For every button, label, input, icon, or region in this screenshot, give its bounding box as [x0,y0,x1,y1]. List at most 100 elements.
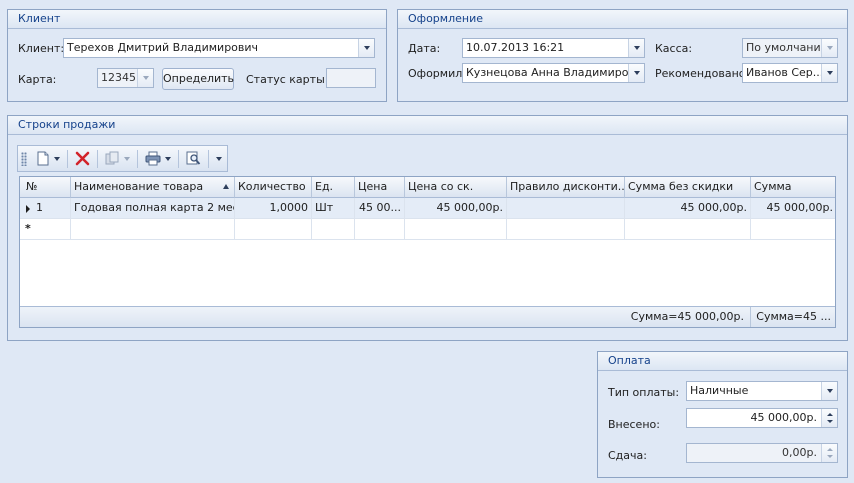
spin-up-icon[interactable] [826,413,833,416]
new-row-cell[interactable] [751,219,835,240]
row-unit-cell[interactable]: Шт [312,198,355,219]
chevron-down-icon[interactable] [358,39,374,57]
column-header-name[interactable]: Наименование товара [71,177,235,198]
date-picker[interactable]: 10.07.2013 16:21 [462,38,645,58]
new-row-cell[interactable] [625,219,751,240]
toolbar-separator [208,149,209,168]
column-header-rule[interactable]: Правило дисконти... [507,177,625,198]
new-row-cell[interactable] [405,219,507,240]
toolbar-separator [137,149,138,168]
issued-by-combo[interactable]: Кузнецова Анна Владимировна [462,63,645,83]
new-row-cell[interactable] [312,219,355,240]
change-spin-edit: 0,00р. [686,443,838,463]
new-button[interactable] [33,148,63,170]
card-combo[interactable]: 12345 [97,68,154,88]
card-status-label: Статус карты: [246,73,329,86]
spin-up-icon [826,448,833,451]
row-price-cell[interactable]: 45 00... [355,198,405,219]
payment-type-label: Тип оплаты: [608,386,680,399]
preview-button[interactable] [183,148,204,170]
spin-down-icon [826,455,833,458]
card-label: Карта: [18,73,57,86]
print-icon [145,151,161,166]
spin-down-icon[interactable] [826,420,833,423]
date-value: 10.07.2013 16:21 [466,41,565,54]
new-doc-icon [37,151,49,166]
chevron-down-icon[interactable] [165,156,171,161]
new-row-cell[interactable] [507,219,625,240]
cashbox-combo[interactable]: По умолчанию [742,38,838,58]
client-label: Клиент: [18,42,65,55]
spin-buttons [821,444,837,462]
recommended-value: Иванов Сер... [746,66,824,79]
row-qty-cell[interactable]: 1,0000 [235,198,312,219]
change-label: Сдача: [608,449,647,462]
paid-label: Внесено: [608,418,660,431]
row-no: 1 [36,201,43,214]
delete-icon [75,151,90,166]
determine-button[interactable]: Определить [162,68,234,90]
column-header-unit[interactable]: Ед. [312,177,355,198]
toolbar-grip[interactable] [21,151,27,166]
cashbox-value: По умолчанию [746,41,830,54]
chevron-down-icon[interactable] [628,39,644,57]
column-header-name-label: Наименование товара [74,180,204,193]
card-value: 12345 [101,71,136,84]
client-group-title: Клиент [8,10,386,29]
new-row-cell[interactable] [235,219,312,240]
recommended-combo[interactable]: Иванов Сер... [742,63,838,83]
row-price-disc-cell[interactable]: 45 000,00р. [405,198,507,219]
row-name-cell[interactable]: Годовая полная карта 2 мес... [71,198,235,219]
new-row-cell[interactable] [71,219,235,240]
column-header-no[interactable]: № [20,177,71,198]
grid-footer: Сумма=45 000,00р. Сумма=45 ... [20,306,835,327]
toolbar-options-button[interactable] [213,148,225,170]
toolbar-separator [178,149,179,168]
copy-button[interactable] [102,148,133,170]
chevron-down-icon [124,156,130,161]
recommended-label: Рекомендовано: [655,67,750,80]
sort-ascending-icon [223,184,229,189]
cashbox-label: Касса: [655,42,693,55]
column-header-sum[interactable]: Сумма [751,177,835,198]
toolbar-separator [67,149,68,168]
chevron-down-icon[interactable] [216,156,222,161]
column-header-qty[interactable]: Количество [235,177,312,198]
issued-by-label: Оформил: [408,67,466,80]
paid-spin-edit[interactable]: 45 000,00р. [686,408,838,428]
toolbar-separator [97,149,98,168]
change-value: 0,00р. [782,446,817,459]
client-value: Терехов Дмитрий Владимирович [67,41,259,54]
client-combo[interactable]: Терехов Дмитрий Владимирович [63,38,375,58]
delete-button[interactable] [72,148,93,170]
chevron-down-icon [137,69,153,87]
sales-lines-grid[interactable]: № Наименование товара Количество Ед. Цен… [19,176,836,328]
sales-lines-group-title: Строки продажи [8,116,847,135]
payment-type-combo[interactable]: Наличные [686,381,838,401]
spin-buttons[interactable] [821,409,837,427]
card-status-field [326,68,376,88]
chevron-down-icon[interactable] [821,64,837,82]
preview-icon [186,151,201,165]
payment-type-value: Наличные [690,384,749,397]
column-header-price[interactable]: Цена [355,177,405,198]
payment-group-title: Оплата [598,352,847,371]
row-indicator-icon [26,205,30,213]
row-sum-cell[interactable]: 45 000,00р. [751,198,835,219]
sales-toolbar [17,145,228,172]
issued-by-value: Кузнецова Анна Владимировна [466,66,645,79]
column-header-sum-no-disc[interactable]: Сумма без скидки [625,177,751,198]
row-sum-no-disc-cell[interactable]: 45 000,00р. [625,198,751,219]
row-no-cell[interactable]: 1 [20,198,71,219]
column-header-price-disc[interactable]: Цена со ск. [405,177,507,198]
row-rule-cell[interactable] [507,198,625,219]
print-button[interactable] [142,148,174,170]
footer-sum: Сумма=45 ... [756,310,831,323]
date-label: Дата: [408,42,441,55]
new-row-cell[interactable] [355,219,405,240]
chevron-down-icon[interactable] [54,156,60,161]
chevron-down-icon[interactable] [821,382,837,400]
chevron-down-icon[interactable] [628,64,644,82]
copy-icon [105,151,119,165]
new-row-marker: * [20,219,71,240]
